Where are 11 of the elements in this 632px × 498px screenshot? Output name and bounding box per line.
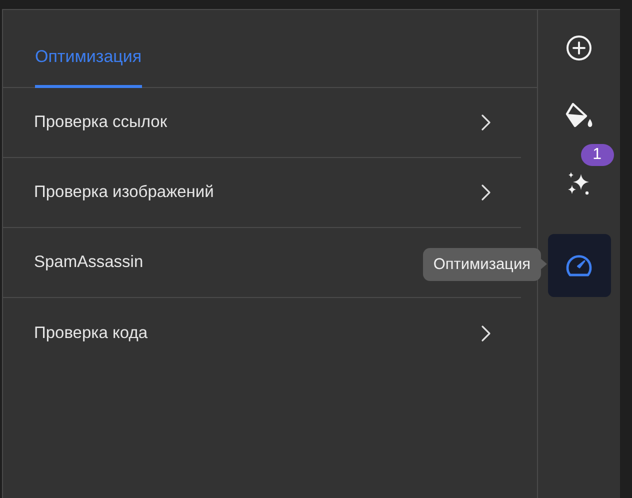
chevron-icon — [481, 114, 491, 131]
plus-circle-icon — [566, 35, 592, 61]
tooltip-arrow — [540, 258, 546, 270]
menu-item[interactable]: Проверка кода — [3, 298, 521, 368]
menu-item[interactable]: Проверка ссылок — [3, 88, 521, 158]
menu-item[interactable]: Проверка изображений — [3, 158, 521, 228]
chevron-icon — [481, 184, 491, 201]
gauge-icon — [564, 254, 594, 278]
chevron-icon — [481, 324, 491, 342]
count-badge: 1 — [580, 144, 614, 166]
paint-bucket-icon — [564, 102, 594, 130]
